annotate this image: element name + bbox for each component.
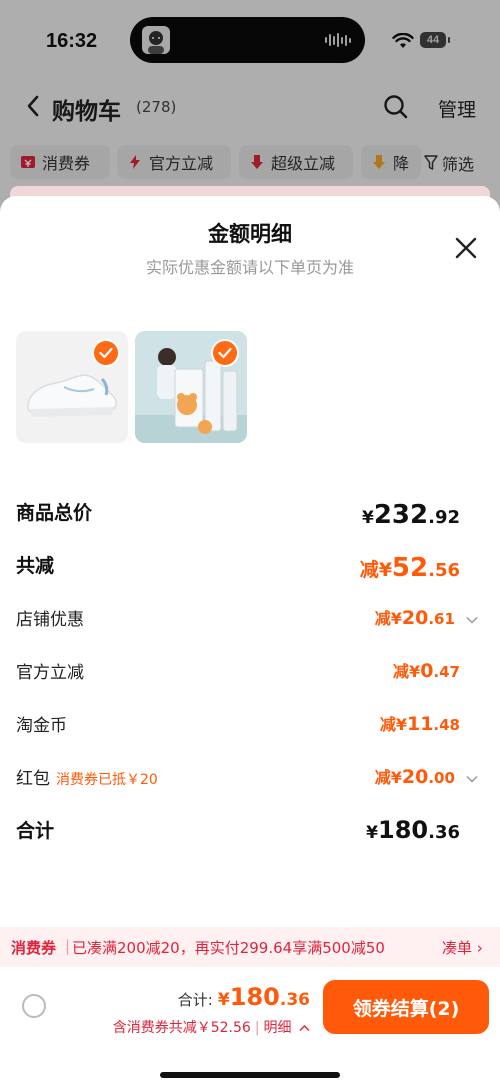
chevron-up-icon (299, 1024, 310, 1032)
row-goods-total: 商品总价 ¥232.92 (16, 498, 460, 530)
store-discount-label: 店铺优惠 (16, 610, 84, 630)
product-thumbnail-sneaker[interactable] (16, 331, 128, 443)
official-discount-label: 官方立减 (16, 663, 84, 683)
close-icon[interactable] (455, 237, 477, 259)
selected-check-icon[interactable] (211, 339, 239, 367)
official-discount-value: 减¥0.47 (393, 660, 460, 682)
red-packet-value: 减¥20.00 (375, 764, 478, 788)
chevron-down-icon (466, 616, 478, 624)
total-discount-label: 共减 (16, 555, 55, 577)
select-all-radio[interactable] (22, 994, 46, 1018)
row-total-discount: 共减 减¥52.56 (16, 551, 460, 583)
taojinbi-label: 淘金币 (16, 716, 67, 736)
sheet-title: 金额明细 (208, 222, 292, 246)
sum-label: 合计 (16, 820, 55, 842)
row-sum: 合计 ¥180.36 (16, 816, 460, 846)
row-store-discount[interactable]: 店铺优惠 减¥20.61 (16, 605, 478, 635)
promo-divider: | (65, 937, 71, 955)
goods-total-value: ¥232.92 (361, 500, 460, 530)
sum-value: ¥180.36 (366, 816, 460, 844)
coupon-promo-bar[interactable]: 消费券 | 已凑满200减20，再实付299.64享满500减50 凑单 › (0, 927, 500, 967)
total-discount-value: 减¥52.56 (359, 553, 460, 583)
selected-check-icon[interactable] (92, 339, 120, 367)
sheet-subtitle: 实际优惠金额请以下单页为准 (145, 258, 354, 277)
row-taojinbi: 淘金币 减¥11.48 (16, 711, 460, 741)
row-red-packet[interactable]: 红包 消费券已抵￥20 减¥20.00 (16, 764, 478, 794)
row-official-discount: 官方立减 减¥0.47 (16, 658, 460, 688)
checkout-discount[interactable]: 含消费券共减￥52.56 | 明细 (113, 1017, 310, 1037)
red-packet-note: 消费券已抵￥20 (56, 772, 158, 788)
home-indicator (160, 1072, 340, 1078)
product-thumbnail-storage-bags[interactable] (135, 331, 247, 443)
add-items-link[interactable]: 凑单 › (442, 937, 483, 958)
taojinbi-value: 减¥11.48 (379, 713, 460, 735)
detail-toggle[interactable]: 明细 (264, 1020, 292, 1036)
chevron-down-icon (466, 775, 478, 783)
store-discount-value: 减¥20.61 (375, 605, 478, 629)
checkout-bar: 合计: ¥180.36 含消费券共减￥52.56 | 明细 领券结算(2) (0, 967, 500, 1087)
promo-text: 已凑满200减20，再实付299.64享满500减50 (72, 939, 385, 957)
promo-tag: 消费券 (11, 939, 57, 957)
checkout-total: 合计: ¥180.36 (177, 983, 310, 1011)
red-packet-label: 红包 消费券已抵￥20 (16, 769, 158, 789)
goods-total-label: 商品总价 (16, 502, 93, 524)
checkout-button[interactable]: 领券结算(2) (323, 980, 489, 1034)
